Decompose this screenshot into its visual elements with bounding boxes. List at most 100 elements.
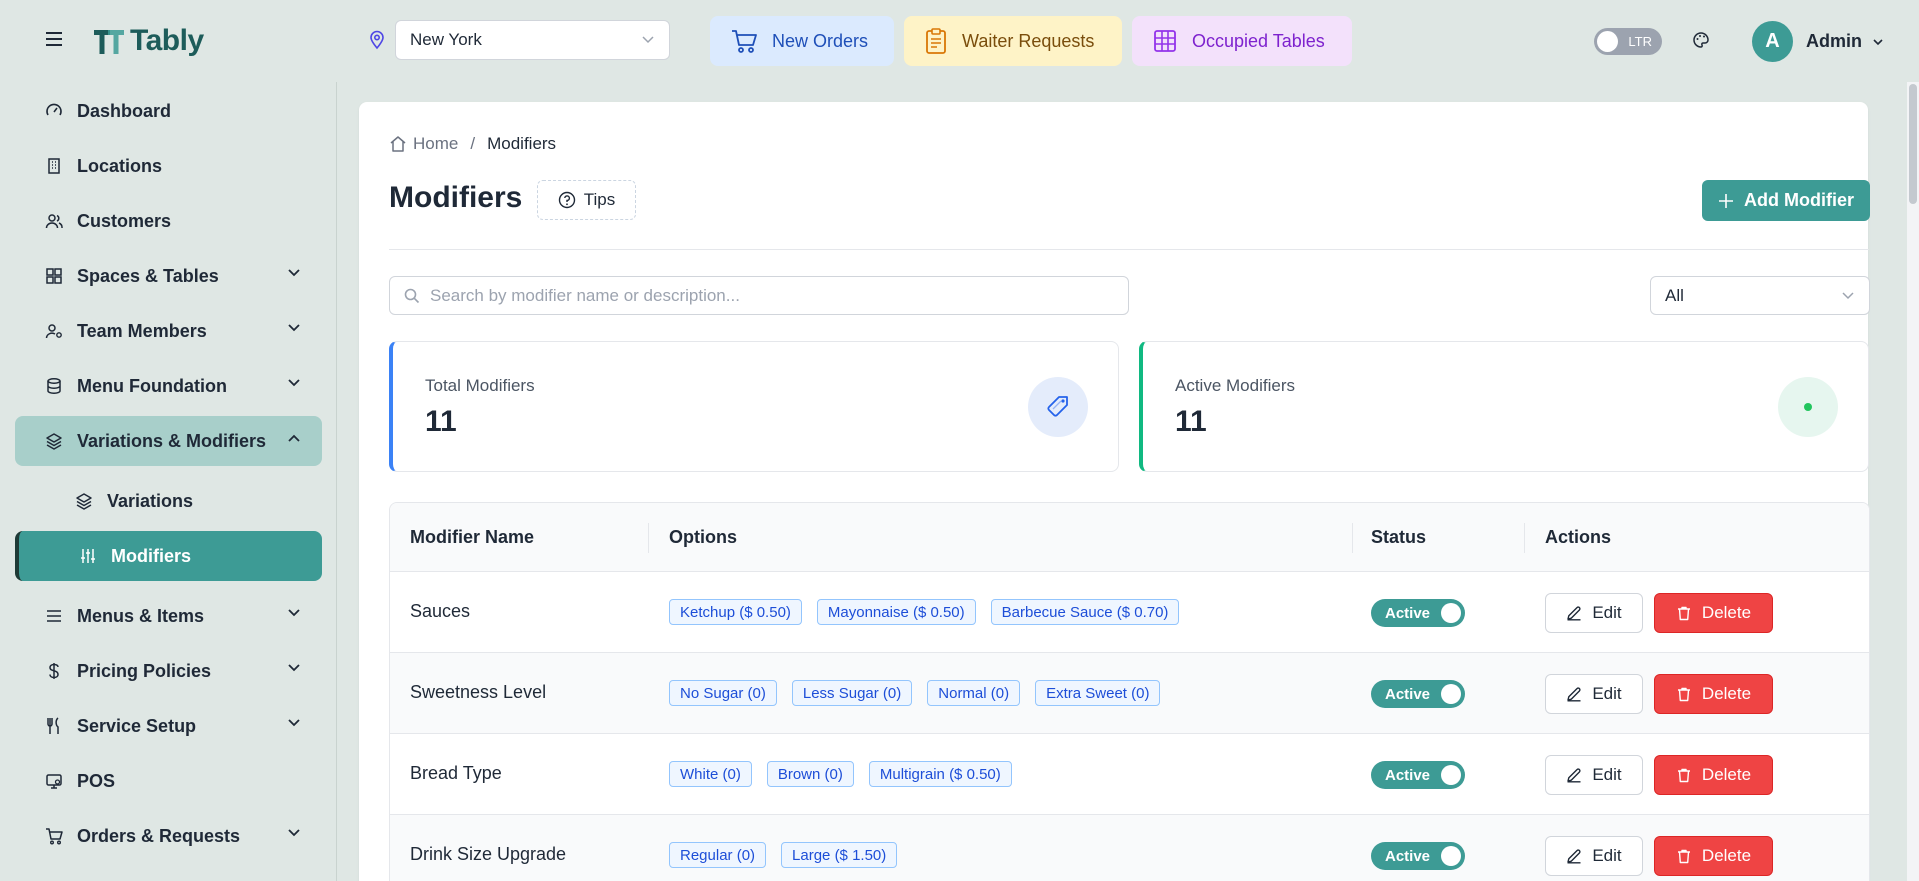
total-modifiers-card: Total Modifiers 11 bbox=[389, 341, 1119, 472]
sidebar-item-label: Variations & Modifiers bbox=[77, 430, 267, 451]
search-box[interactable] bbox=[389, 276, 1129, 315]
status-toggle[interactable]: Active bbox=[1371, 599, 1465, 627]
delete-label: Delete bbox=[1701, 684, 1752, 703]
table-row: Bread Type White (0) Brown (0) Multigrai… bbox=[390, 734, 1869, 815]
logo[interactable]: Tably bbox=[92, 24, 204, 58]
sidebar-item-label: Pricing Policies bbox=[77, 660, 212, 681]
divider bbox=[389, 249, 1869, 250]
add-modifier-button[interactable]: Add Modifier bbox=[1702, 180, 1870, 221]
status-filter-select[interactable]: All bbox=[1650, 276, 1870, 315]
pencil-icon bbox=[1567, 849, 1581, 864]
delete-button[interactable]: Delete bbox=[1654, 593, 1773, 633]
scrollbar-thumb[interactable] bbox=[1909, 84, 1917, 204]
status-label: Active bbox=[1385, 604, 1431, 622]
sidebar-item-label: Spaces & Tables bbox=[77, 265, 219, 286]
option-chip: Less Sugar (0) bbox=[791, 680, 913, 706]
table-row: Drink Size Upgrade Regular (0) Large ($ … bbox=[390, 815, 1869, 881]
stat-label: Active Modifiers bbox=[1175, 376, 1295, 395]
sidebar-item-menu-foundation[interactable]: Menu Foundation bbox=[15, 361, 322, 411]
trash-icon bbox=[1677, 768, 1690, 783]
location-pin-icon bbox=[368, 30, 386, 50]
edit-label: Edit bbox=[1592, 684, 1622, 703]
palette-icon[interactable] bbox=[1692, 31, 1710, 49]
layers-icon bbox=[46, 433, 62, 450]
status-toggle[interactable]: Active bbox=[1371, 761, 1465, 789]
toggle-knob bbox=[1441, 684, 1461, 704]
sidebar-item-locations[interactable]: Locations bbox=[15, 141, 322, 191]
breadcrumb-current: Modifiers bbox=[487, 134, 557, 153]
avatar[interactable]: A bbox=[1752, 21, 1793, 62]
plus-icon bbox=[1719, 193, 1733, 208]
edit-button[interactable]: Edit bbox=[1545, 674, 1643, 714]
sidebar-item-orders-requests[interactable]: Orders & Requests bbox=[15, 811, 322, 861]
edit-button[interactable]: Edit bbox=[1545, 593, 1643, 633]
sidebar-item-service-setup[interactable]: Service Setup bbox=[15, 701, 322, 751]
sidebar-item-menus-items[interactable]: Menus & Items bbox=[15, 591, 322, 641]
option-chip: Multigrain ($ 0.50) bbox=[868, 761, 1012, 787]
direction-toggle[interactable]: LTR bbox=[1594, 28, 1662, 55]
occupied-tables-button[interactable]: Occupied Tables bbox=[1132, 16, 1352, 66]
sidebar-item-dashboard[interactable]: Dashboard bbox=[15, 86, 322, 136]
search-input[interactable] bbox=[430, 285, 1110, 306]
breadcrumb: Home / Modifiers bbox=[389, 134, 556, 154]
logo-icon bbox=[94, 30, 124, 54]
column-separator bbox=[1352, 523, 1353, 553]
sidebar-item-label: Customers bbox=[77, 210, 172, 231]
active-modifiers-card: Active Modifiers 11 bbox=[1139, 341, 1869, 472]
sidebar-item-label: Locations bbox=[77, 155, 163, 176]
sidebar-item-customers[interactable]: Customers bbox=[15, 196, 322, 246]
table-header: Modifier Name Options Status Actions bbox=[390, 503, 1869, 572]
trash-icon bbox=[1677, 606, 1690, 621]
option-chip: Large ($ 1.50) bbox=[781, 842, 898, 868]
column-header: Actions bbox=[1545, 527, 1612, 547]
sidebar-item-modifiers[interactable]: Modifiers bbox=[15, 531, 322, 581]
delete-label: Delete bbox=[1701, 765, 1752, 784]
new-orders-label: New Orders bbox=[772, 30, 869, 51]
cart-icon bbox=[732, 30, 757, 53]
modifier-name: Sauces bbox=[410, 601, 471, 621]
tips-button[interactable]: Tips bbox=[537, 180, 636, 220]
chevron-down-icon bbox=[288, 324, 300, 332]
status-dot-icon bbox=[1778, 377, 1838, 437]
toggle-knob bbox=[1441, 603, 1461, 623]
menu-icon[interactable] bbox=[44, 29, 66, 49]
cart-icon bbox=[46, 828, 63, 845]
pencil-icon bbox=[1567, 768, 1581, 783]
options-list: Ketchup ($ 0.50) Mayonnaise ($ 0.50) Bar… bbox=[669, 599, 1180, 625]
delete-button[interactable]: Delete bbox=[1654, 755, 1773, 795]
user-menu[interactable]: Admin bbox=[1806, 31, 1884, 52]
modifiers-table: Modifier Name Options Status Actions Sau… bbox=[389, 502, 1870, 881]
edit-button[interactable]: Edit bbox=[1545, 836, 1643, 876]
sidebar-item-pricing-policies[interactable]: Pricing Policies bbox=[15, 646, 322, 696]
sliders-icon bbox=[81, 549, 95, 563]
delete-button[interactable]: Delete bbox=[1654, 674, 1773, 714]
column-separator bbox=[648, 523, 649, 553]
trash-icon bbox=[1677, 849, 1690, 864]
sidebar-item-label: Service Setup bbox=[77, 715, 197, 736]
sidebar-item-team-members[interactable]: Team Members bbox=[15, 306, 322, 356]
sidebar-item-label: POS bbox=[77, 770, 116, 791]
filter-value: All bbox=[1665, 285, 1684, 305]
chevron-down-icon bbox=[288, 829, 300, 837]
sidebar-item-spaces-tables[interactable]: Spaces & Tables bbox=[15, 251, 322, 301]
column-header: Status bbox=[1371, 527, 1427, 547]
list-icon bbox=[47, 610, 61, 622]
status-toggle[interactable]: Active bbox=[1371, 842, 1465, 870]
edit-button[interactable]: Edit bbox=[1545, 755, 1643, 795]
building-icon bbox=[48, 158, 60, 174]
status-label: Active bbox=[1385, 847, 1431, 865]
location-select[interactable]: New York bbox=[395, 20, 670, 60]
sidebar-item-pos[interactable]: POS bbox=[15, 756, 322, 806]
delete-button[interactable]: Delete bbox=[1654, 836, 1773, 876]
sidebar-item-variations[interactable]: Variations bbox=[15, 476, 322, 526]
delete-label: Delete bbox=[1701, 846, 1752, 865]
status-toggle[interactable]: Active bbox=[1371, 680, 1465, 708]
home-icon bbox=[390, 136, 406, 152]
waiter-requests-button[interactable]: Waiter Requests bbox=[904, 16, 1122, 66]
sidebar-item-variations-modifiers[interactable]: Variations & Modifiers bbox=[15, 416, 322, 466]
search-icon bbox=[404, 288, 420, 303]
chevron-down-icon bbox=[288, 719, 300, 727]
breadcrumb-home[interactable]: Home bbox=[413, 134, 458, 154]
edit-label: Edit bbox=[1592, 846, 1622, 865]
new-orders-button[interactable]: New Orders bbox=[710, 16, 894, 66]
